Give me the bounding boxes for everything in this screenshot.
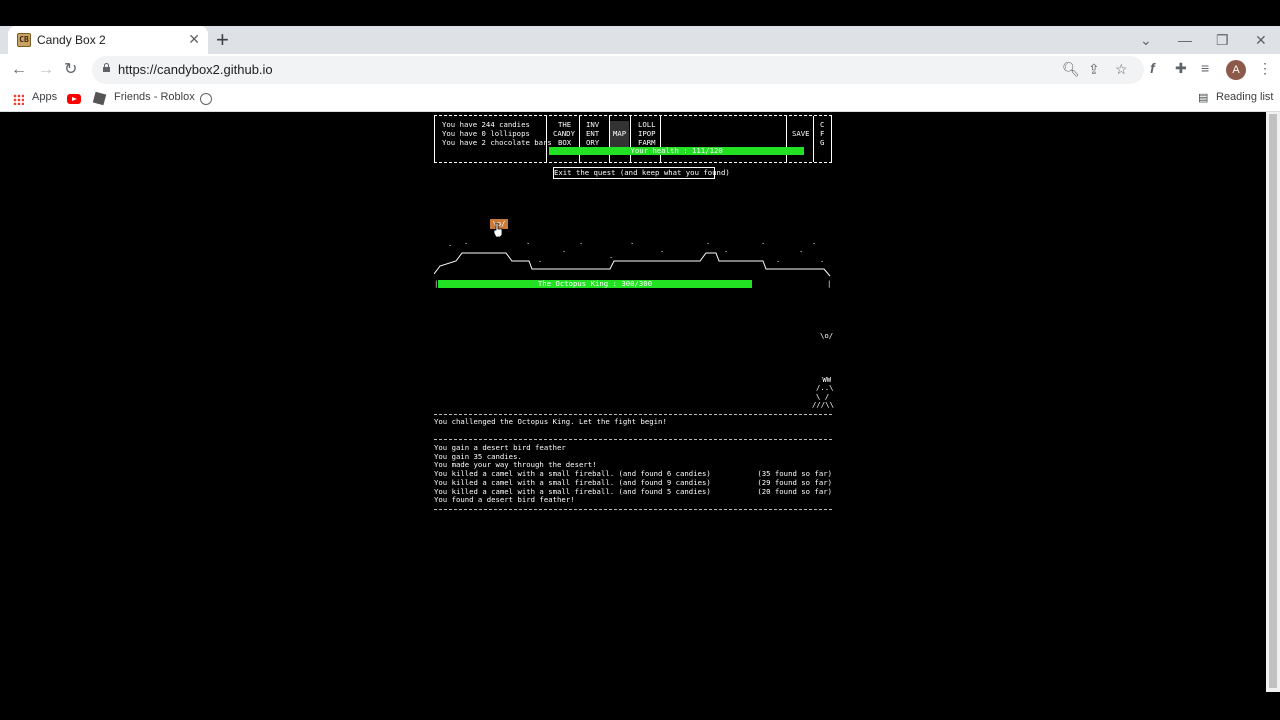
divider [434,509,832,510]
lock-icon [103,63,110,72]
new-tab-icon[interactable]: + [216,27,229,53]
tab-search-chevron-icon[interactable]: ⌄ [1140,28,1152,52]
player-health-bar: Your health : 111/120 [549,146,805,155]
extensions-puzzle-icon[interactable]: ✚ [1175,60,1187,77]
globe-icon[interactable] [200,93,212,105]
svg-text:.: . [706,238,710,246]
apps-grid-icon [13,94,24,105]
roblox-icon [92,91,107,106]
enemy-bar-right-edge: | [827,279,832,288]
url-text: https://candybox2.github.io [118,62,273,77]
address-bar[interactable]: https://candybox2.github.io 🔍︎ ⇪ ☆ [92,56,1144,84]
divider [434,439,832,440]
menu-kebab-icon[interactable]: ⋮ [1258,60,1272,77]
svg-text:.: . [538,256,542,264]
bookmark-apps[interactable]: Apps [32,91,57,103]
svg-text:.: . [526,238,530,246]
svg-text:.: . [630,238,634,246]
back-icon[interactable]: ← [11,59,27,81]
enemy-sprite-top: \o/ [820,331,834,340]
config-g[interactable]: G [820,138,824,148]
svg-text:.: . [562,246,566,254]
game-page [0,112,1280,720]
chocolate-count: You have 2 chocolate bars [442,138,552,147]
svg-text:.: . [464,238,468,246]
extension-f-icon[interactable]: f [1150,60,1155,76]
tab-map-label: MAP [613,129,627,138]
tab-title: Candy Box 2 [37,33,106,47]
svg-text:.: . [579,238,583,246]
enemy-health-bar: The Octopus King : 300/300 [438,280,752,288]
profile-avatar[interactable]: A [1226,60,1246,80]
log-line: You found a desert bird feather! [434,495,575,505]
browser-tab[interactable]: CB Candy Box 2 ✕ [8,26,208,54]
desert-terrain: ... ... ... ... .... [434,238,831,277]
candybox-favicon-icon: CB [17,33,31,47]
svg-text:.: . [609,252,613,260]
reading-list-icon: ▤ [1198,92,1209,104]
share-icon[interactable]: ⇪ [1088,61,1100,78]
svg-text:.: . [724,246,728,254]
divider [434,414,832,415]
media-queue-icon[interactable]: ≡ [1201,60,1209,76]
save-button[interactable]: SAVE [792,129,810,139]
svg-text:.: . [761,238,765,246]
reload-icon[interactable]: ↻ [64,59,77,81]
svg-text:.: . [820,256,824,264]
bookmark-star-icon[interactable]: ☆ [1115,61,1128,78]
tab-strip: CB Candy Box 2 ✕ + ⌄ — ❐ ✕ [0,26,1280,54]
close-window-icon[interactable]: ✕ [1255,28,1267,52]
restore-icon[interactable]: ❐ [1216,28,1229,52]
zoom-icon[interactable]: 🔍︎ [1062,61,1080,78]
log-line-total: (20 found so far) [757,486,832,496]
exit-quest-button[interactable]: Exit the quest (and keep what you found) [553,167,730,179]
svg-text:.: . [812,238,816,246]
bookmark-friends-roblox[interactable]: Friends - Roblox [114,91,195,103]
page-scrollbar[interactable] [1266,112,1280,692]
hand-cursor-icon [493,223,503,237]
svg-text:.: . [776,256,780,264]
close-tab-icon[interactable]: ✕ [188,31,200,48]
youtube-icon[interactable] [67,94,81,104]
player-health-label: Your health : 111/120 [630,146,723,155]
bookmarks-bar: Apps Friends - Roblox ▤ Reading list [0,86,1280,112]
svg-text:.: . [448,240,452,248]
forward-icon[interactable]: → [38,59,54,81]
scrollbar-thumb[interactable] [1269,114,1277,688]
browser-toolbar: ← → ↻ https://candybox2.github.io 🔍︎ ⇪ ☆… [0,54,1280,86]
window-top-strip [0,0,1280,26]
creature-body-line4: ///\\ [812,400,834,409]
svg-text:.: . [660,246,664,254]
reading-list-button[interactable]: Reading list [1216,91,1273,103]
minimize-icon[interactable]: — [1178,28,1192,52]
svg-text:.: . [799,246,803,254]
enemy-health-label: The Octopus King : 300/300 [537,279,653,288]
challenge-message: You challenged the Octopus King. Let the… [434,417,667,426]
